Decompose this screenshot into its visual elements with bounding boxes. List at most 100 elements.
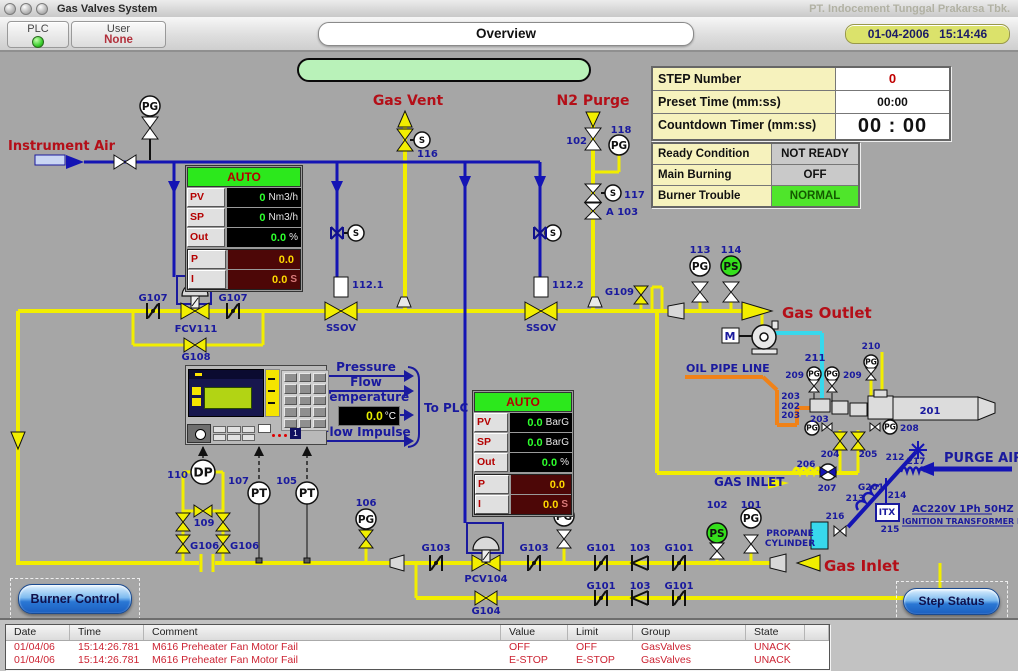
reducer: [770, 554, 786, 572]
cell-comment: M616 Preheater Fan Motor Fail: [144, 641, 501, 654]
diagram-label: PROPANE: [766, 529, 814, 539]
diagram-label: Flow: [350, 375, 382, 389]
cell-state: UNACK: [746, 654, 805, 667]
cell-spare: [805, 654, 829, 667]
signal-arrow: [254, 446, 264, 456]
i-row: I 0.0 S: [188, 270, 300, 289]
diagram-label: 112.1: [352, 280, 384, 291]
valve-icon: [325, 302, 357, 320]
blower-outlet: [772, 321, 778, 329]
status-message-bar: [297, 58, 591, 82]
device-port-badge: 1: [290, 428, 301, 439]
screen-title-button[interactable]: Overview: [318, 22, 694, 46]
col-date[interactable]: Date: [6, 625, 70, 640]
col-state[interactable]: State: [746, 625, 805, 640]
air-flow-arrow: [168, 181, 180, 194]
gate-valve-dot: [677, 596, 681, 600]
burner-block: [874, 390, 887, 397]
diagram-label: 114: [721, 245, 742, 256]
diagram-label: G107: [218, 293, 247, 304]
i-unit: S: [290, 274, 297, 285]
diagram-label: 212: [886, 453, 905, 463]
alarm-row[interactable]: 01/04/06 15:14:26.781 M616 Preheater Fan…: [6, 654, 829, 667]
pv-unit: Nm3/h: [269, 192, 298, 203]
diagram-label: 216: [826, 512, 845, 522]
col-comment[interactable]: Comment: [144, 625, 501, 640]
valve-icon: [585, 203, 601, 219]
diagram-label: SSOV: [526, 323, 556, 334]
diagram-label: SSOV: [326, 323, 356, 334]
diagram-label: G101: [586, 581, 615, 592]
reducer: [390, 555, 404, 571]
diagram-label: G101: [586, 543, 615, 554]
valve-icon: [851, 432, 865, 450]
air-flow-arrow: [459, 176, 471, 190]
window-close-icon[interactable]: [4, 3, 16, 15]
gauge-text: PG: [358, 514, 374, 526]
device-function-keys[interactable]: [213, 426, 255, 441]
cell-date: 01/04/06: [6, 654, 70, 667]
diagram-label: GAS INLET: [714, 475, 785, 489]
countdown-label: Countdown Timer (mm:ss): [653, 114, 836, 139]
gauge-text: PG: [692, 261, 708, 273]
window-title: Gas Valves System: [57, 3, 157, 15]
cell-group: GasValves: [633, 641, 746, 654]
valve-icon: [585, 184, 601, 202]
valve-icon: [744, 535, 758, 553]
col-group[interactable]: Group: [633, 625, 746, 640]
diagram-label: 110: [167, 470, 188, 481]
step-status-button[interactable]: Step Status: [903, 588, 1000, 615]
sp-value: 0.0: [527, 437, 542, 449]
user-button[interactable]: User None: [71, 21, 166, 48]
device-keypad[interactable]: [281, 370, 329, 431]
gauge-text: PT: [251, 486, 267, 500]
col-time[interactable]: Time: [70, 625, 144, 640]
gauge-text: PS: [723, 261, 738, 273]
pipe: [763, 377, 777, 390]
out-value-box: 0.0 %: [227, 228, 301, 247]
valve-icon: [475, 591, 497, 605]
status-dot-icon: [272, 434, 275, 437]
burner-block: [850, 403, 867, 416]
diagram-label: 208: [900, 424, 919, 434]
gas-vent-arrow: [398, 111, 412, 127]
burner-block: [810, 399, 830, 412]
diagram-label: 103: [630, 581, 651, 592]
diagram-label: G101: [664, 543, 693, 554]
status-dot-icon: [284, 434, 287, 437]
pv-value: 0: [259, 192, 265, 204]
pid-box: P 0.0 I 0.0 S: [187, 249, 301, 290]
gate-valve-dot: [151, 309, 155, 313]
diagram-label: 210: [862, 342, 881, 352]
diagram-label: G103: [421, 543, 450, 554]
pt-tap: [304, 558, 310, 563]
alarm-row[interactable]: 01/04/06 15:14:26.781 M616 Preheater Fan…: [6, 641, 829, 654]
flow-controller-faceplate[interactable]: AUTO PV 0 Nm3/h SP 0 Nm3/h Out 0.0 % P 0…: [185, 165, 303, 292]
device-key-icon[interactable]: [192, 387, 201, 395]
diagram-label: 102: [566, 136, 587, 147]
window-minimize-icon[interactable]: [20, 3, 32, 15]
alarm-footer: Date Time Comment Value Limit Group Stat…: [0, 618, 1018, 671]
device-label-strip: [265, 369, 280, 417]
i-value-box: 0.0 S: [228, 270, 300, 289]
diagram-label: G104: [471, 606, 500, 617]
diagram-label: 203: [781, 411, 800, 421]
step-number-label: STEP Number: [653, 68, 836, 90]
pressure-controller-faceplate[interactable]: AUTO PV 0.0 BarG SP 0.0 BarG Out 0.0 % P…: [472, 390, 574, 517]
burner-control-button[interactable]: Burner Control: [18, 584, 132, 614]
cell-spare: [805, 641, 829, 654]
col-value[interactable]: Value: [501, 625, 568, 640]
gauge-text: PG: [884, 423, 896, 432]
cell-limit: E-STOP: [568, 654, 633, 667]
main-burning-value: OFF: [772, 165, 858, 185]
plc-button[interactable]: PLC: [7, 21, 69, 48]
device-power-switch[interactable]: [187, 424, 211, 443]
window-maximize-icon[interactable]: [36, 3, 48, 15]
sp-value-box: 0 Nm3/h: [227, 208, 301, 227]
diagram-label: Flow Impulse: [321, 425, 410, 439]
toolbar: PLC User None Overview 01-04-2006 15:14:…: [0, 17, 1018, 52]
device-side-keys[interactable]: [258, 424, 269, 441]
device-key-icon[interactable]: [192, 398, 201, 406]
col-limit[interactable]: Limit: [568, 625, 633, 640]
diagram-label: 204: [821, 450, 840, 460]
